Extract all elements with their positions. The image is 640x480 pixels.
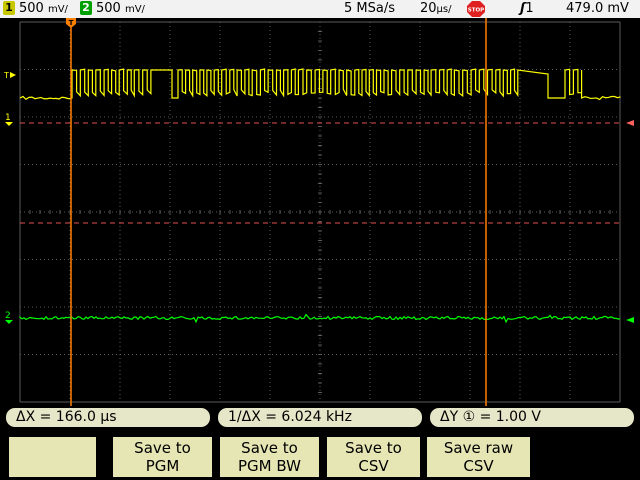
trigger-source: 1 <box>525 1 534 16</box>
scope-display[interactable]: T T 1 2 <box>0 18 640 406</box>
measurement-bar: ΔX = 166.0 µs 1/ΔX = 6.024 kHz ΔY ① = 1.… <box>0 406 640 428</box>
save-csv-line1: Save to <box>345 439 402 457</box>
inverse-delta-x-measurement: 1/ΔX = 6.024 kHz <box>218 408 422 427</box>
ch1-badge: 1 <box>3 1 15 15</box>
save-raw-csv-button[interactable]: Save raw CSV <box>427 437 530 477</box>
save-raw-csv-line1: Save raw <box>443 439 514 457</box>
save-pgm-line2: PGM <box>145 457 180 475</box>
save-csv-line2: CSV <box>358 457 389 475</box>
timebase-readout[interactable]: 20µs/ <box>420 1 452 18</box>
ch2-scale-value: 500 <box>96 1 121 16</box>
ch1-scale-readout[interactable]: 1 500 mV/ <box>3 1 68 18</box>
delta-x-measurement: ΔX = 166.0 µs <box>6 408 210 427</box>
sample-rate: 5 MSa/s <box>344 1 395 16</box>
save-pgm-bw-line2: PGM BW <box>238 457 301 475</box>
save-csv-button[interactable]: Save to CSV <box>327 437 420 477</box>
save-raw-csv-line2: CSV <box>463 457 494 475</box>
svg-text:T: T <box>3 71 9 80</box>
delta-y-measurement: ΔY ① = 1.00 V <box>430 408 634 427</box>
ch2-scale-unit: mV/ <box>124 4 145 15</box>
ch2-marker-label: 2 <box>5 311 11 321</box>
ch1-offscreen-arrow-icon <box>626 120 634 126</box>
save-pgm-bw-line1: Save to <box>241 439 298 457</box>
timebase-unit: µs/ <box>436 4 452 15</box>
ch2-ground-marker[interactable]: 2 <box>5 311 13 324</box>
ch2-trace <box>19 313 621 324</box>
save-pgm-button[interactable]: Save to PGM <box>113 437 212 477</box>
trigger-marker-label: T <box>69 19 74 27</box>
softkey-menu: Save to PGM Save to PGM BW Save to CSV S… <box>0 428 640 480</box>
ch2-scale-readout[interactable]: 2 500 mV/ <box>80 1 145 18</box>
trigger-position-marker[interactable]: T <box>66 18 76 28</box>
ch2-offscreen-arrow-icon <box>626 317 634 323</box>
run-state-label: STOP <box>468 8 484 14</box>
ch2-badge: 2 <box>80 1 92 15</box>
save-pgm-bw-button[interactable]: Save to PGM BW <box>220 437 319 477</box>
status-bar: 1 500 mV/ 2 500 mV/ 5 MSa/s 20µs/ STOP ʃ1 … <box>0 0 640 18</box>
softkey-1[interactable] <box>9 437 96 477</box>
timebase-value: 20 <box>420 1 437 16</box>
ch1-ground-marker[interactable]: 1 <box>5 113 13 126</box>
ch1-scale-value: 500 <box>19 1 44 16</box>
ch1-marker-label: 1 <box>5 113 11 123</box>
save-pgm-line1: Save to <box>134 439 191 457</box>
trigger-readout[interactable]: ʃ1 <box>520 1 534 17</box>
stop-icon[interactable]: STOP <box>467 1 485 17</box>
trigger-level-marker[interactable]: T <box>3 71 16 80</box>
ch1-scale-unit: mV/ <box>47 4 68 15</box>
trigger-level: 479.0 mV <box>566 1 629 16</box>
